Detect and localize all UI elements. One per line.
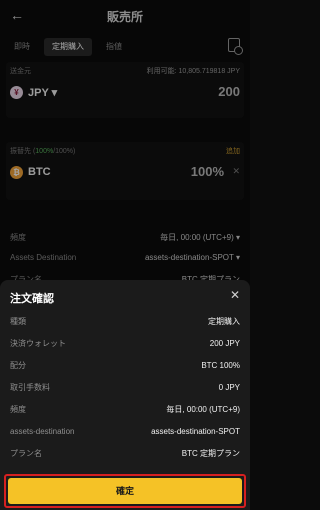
sheet-title: 注文確認 bbox=[10, 293, 54, 305]
detail-row-wallet: 決済ウォレット 200 JPY bbox=[10, 339, 240, 348]
detail-row-destination: assets-destination assets-destination-SP… bbox=[10, 427, 240, 436]
detail-row-plan-name: プラン名 BTC 定期プラン bbox=[10, 449, 240, 458]
close-icon[interactable]: ✕ bbox=[230, 288, 240, 302]
confirm-button-highlight: 確定 bbox=[4, 474, 246, 508]
detail-row-allocation: 配分 BTC 100% bbox=[10, 361, 240, 370]
confirm-button[interactable]: 確定 bbox=[8, 478, 242, 504]
detail-row-type: 種類 定期購入 bbox=[10, 317, 240, 326]
detail-row-frequency: 頻度 毎日, 00:00 (UTC+9) bbox=[10, 405, 240, 414]
detail-row-fee: 取引手数料 0 JPY bbox=[10, 383, 240, 392]
